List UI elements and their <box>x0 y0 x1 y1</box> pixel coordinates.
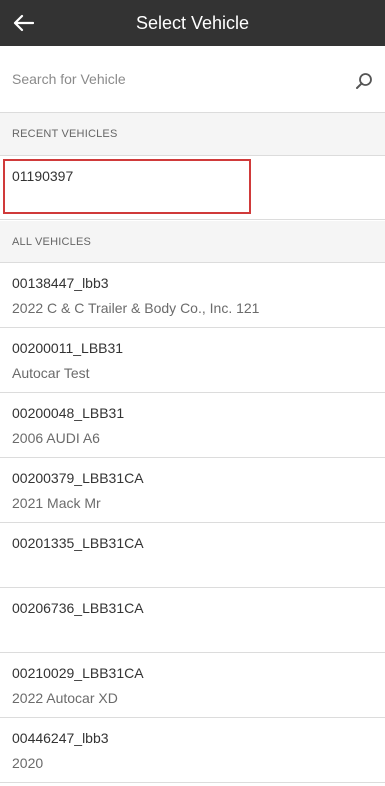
vehicle-description: 2020 <box>12 755 44 771</box>
vehicle-list-item[interactable]: 00446247_lbb3 2020 <box>0 718 385 783</box>
vehicle-id: 00206736_LBB31CA <box>12 600 144 616</box>
vehicle-list-item[interactable]: 00200048_LBB31 2006 AUDI A6 <box>0 393 385 458</box>
vehicle-id: 00210029_LBB31CA <box>12 665 144 681</box>
vehicle-list-item[interactable]: 00200379_LBB31CA 2021 Mack Mr <box>0 458 385 523</box>
arrow-left-icon <box>13 14 34 32</box>
vehicle-id: 00138447_lbb3 <box>12 275 109 291</box>
vehicle-description: 2021 Mack Mr <box>12 495 101 511</box>
search-icon[interactable] <box>355 72 373 90</box>
vehicle-description: Autocar Test <box>12 365 90 381</box>
vehicle-list-item[interactable]: 00200011_LBB31 Autocar Test <box>0 328 385 393</box>
vehicle-list-item[interactable]: 00210029_LBB31CA 2022 Autocar XD <box>0 653 385 718</box>
vehicle-id: 00201335_LBB31CA <box>12 535 144 551</box>
recent-vehicle-item[interactable]: 01190397 <box>0 156 385 220</box>
vehicle-id: 00446247_lbb3 <box>12 730 109 746</box>
vehicle-description: 2022 Autocar XD <box>12 690 118 706</box>
search-bar <box>0 46 385 113</box>
vehicle-list: 00138447_lbb3 2022 C & C Trailer & Body … <box>0 263 385 783</box>
vehicle-list-item[interactable]: 00201335_LBB31CA <box>0 523 385 588</box>
page-title: Select Vehicle <box>135 13 250 33</box>
vehicle-description: 2022 C & C Trailer & Body Co., Inc. 121 <box>12 300 260 316</box>
vehicle-id: 01190397 <box>12 168 74 184</box>
vehicle-list-item[interactable]: 00138447_lbb3 2022 C & C Trailer & Body … <box>0 263 385 328</box>
all-vehicles-header: ALL VEHICLES <box>0 221 385 263</box>
app-bar: Select Vehicle <box>0 0 385 46</box>
vehicle-list-item[interactable]: 00206736_LBB31CA <box>0 588 385 653</box>
back-button[interactable] <box>0 0 46 46</box>
vehicle-id: 00200011_LBB31 <box>12 340 124 356</box>
search-input[interactable] <box>0 46 340 112</box>
vehicle-id: 00200379_LBB31CA <box>12 470 144 486</box>
vehicle-description: 2006 AUDI A6 <box>12 430 100 446</box>
recent-vehicles-header: RECENT VEHICLES <box>0 113 385 156</box>
vehicle-id: 00200048_LBB31 <box>12 405 125 421</box>
